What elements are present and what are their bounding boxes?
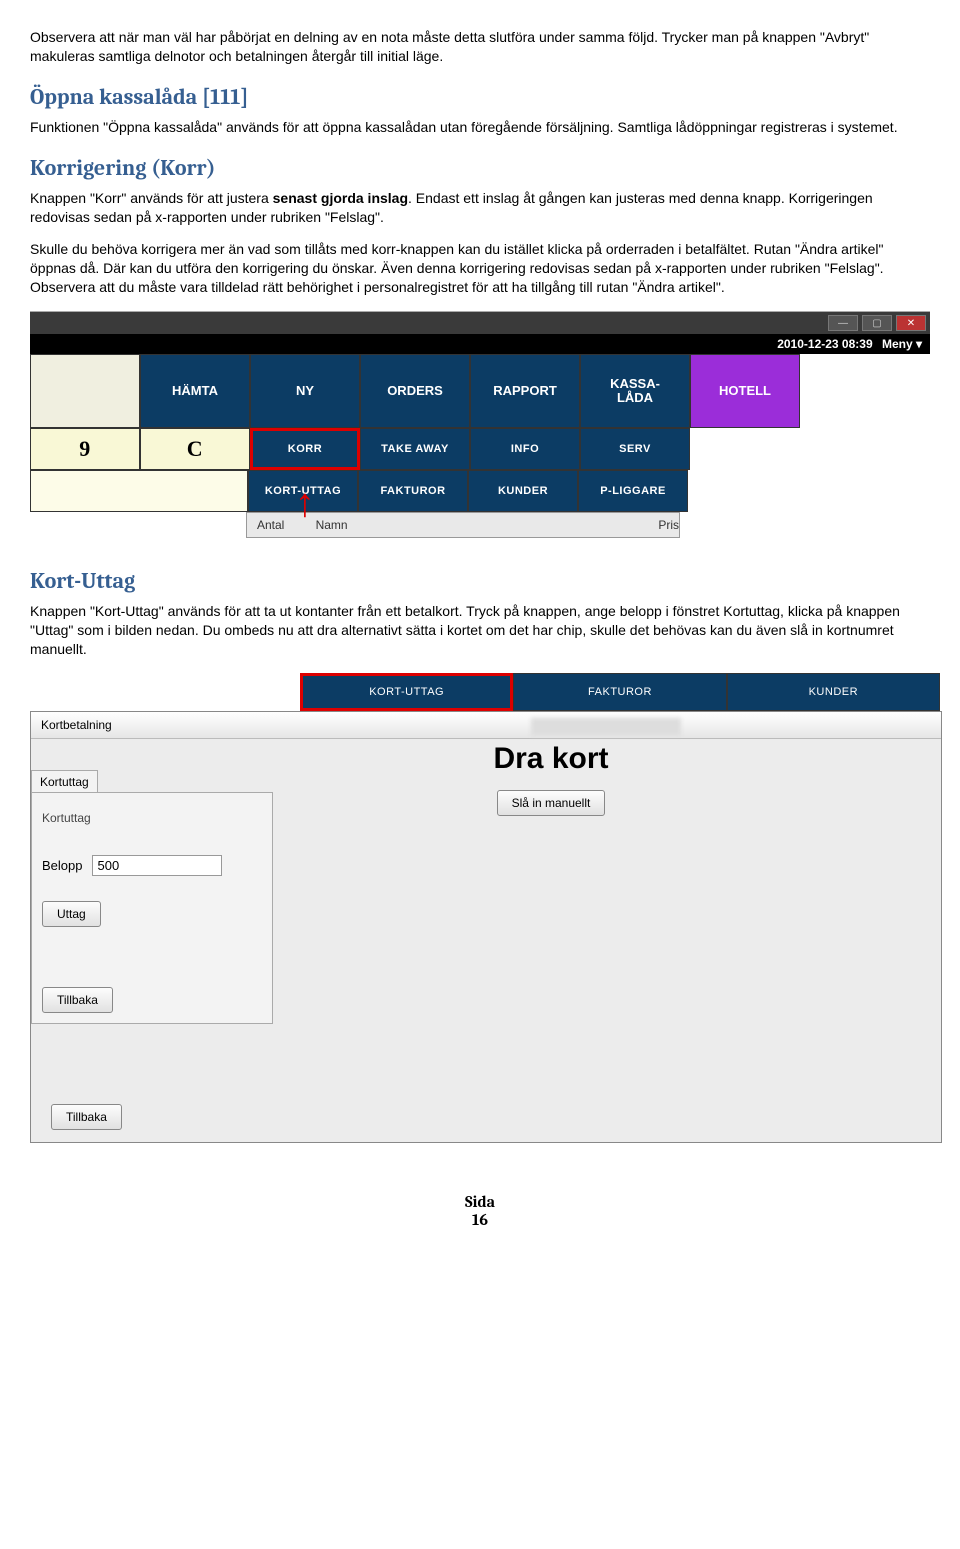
highlight-arrow-icon: ↑: [295, 495, 316, 511]
window-maximize-button[interactable]: ▢: [862, 315, 892, 331]
nav-rapport[interactable]: RAPPORT: [470, 354, 580, 428]
para-oppna-kassalada: Funktionen "Öppna kassalåda" används för…: [30, 118, 930, 137]
window-title: Kortbetalning: [31, 712, 941, 739]
intro-paragraph: Observera att när man väl har påbörjat e…: [30, 28, 930, 66]
col-namn: Namn: [306, 518, 581, 532]
info-button[interactable]: INFO: [470, 428, 580, 470]
menu-dropdown[interactable]: Meny ▾: [882, 337, 922, 351]
takeaway-button[interactable]: TAKE AWAY: [360, 428, 470, 470]
para-korrigering-2: Skulle du behöva korrigera mer än vad so…: [30, 240, 930, 297]
footer-label: Sida: [30, 1193, 930, 1211]
nav-hotell[interactable]: HOTELL: [690, 354, 800, 428]
text-bold: senast gjorda inslag: [273, 190, 408, 206]
korr-button[interactable]: KORR ↑: [250, 428, 360, 470]
tillbaka-button-main[interactable]: Tillbaka: [51, 1104, 122, 1130]
keypad-9[interactable]: 9: [30, 428, 140, 470]
kunder-button[interactable]: KUNDER: [468, 470, 578, 512]
serv-button[interactable]: SERV: [580, 428, 690, 470]
belopp-input[interactable]: [92, 855, 222, 876]
toolbar-kort-uttag[interactable]: KORT-UTTAG: [300, 673, 513, 711]
sub-nav-row-1: 9 C KORR ↑ TAKE AWAY INFO SERV: [30, 428, 930, 470]
main-nav-row: HÄMTA NY ORDERS RAPPORT KASSA- LÅDA HOTE…: [30, 354, 930, 428]
kortbetalning-window: Kortbetalning Kortuttag Kortuttag Belopp…: [30, 711, 942, 1143]
screenshot-kortuttag: KORT-UTTAG FAKTUROR KUNDER Kortbetalning…: [30, 673, 930, 1143]
col-pris: Pris: [581, 518, 679, 532]
uttag-button[interactable]: Uttag: [42, 901, 101, 927]
kortuttag-panel: Kortuttag Belopp Uttag Tillbaka: [31, 792, 273, 1024]
pliggare-button[interactable]: P-LIGGARE: [578, 470, 688, 512]
sla-in-manuellt-button[interactable]: Slå in manuellt: [497, 790, 606, 816]
nav-orders[interactable]: ORDERS: [360, 354, 470, 428]
nav-blank-1[interactable]: [30, 354, 140, 428]
fakturor-button[interactable]: FAKTUROR: [358, 470, 468, 512]
toolbar-kunder[interactable]: KUNDER: [727, 673, 940, 711]
belopp-row: Belopp: [42, 855, 262, 876]
toolbar-fakturor[interactable]: FAKTUROR: [513, 673, 726, 711]
window-titlebar: — ▢ ✕: [30, 312, 930, 334]
window-close-button[interactable]: ✕: [896, 315, 926, 331]
nav-kassalada[interactable]: KASSA- LÅDA: [580, 354, 690, 428]
nav-ny[interactable]: NY: [250, 354, 360, 428]
footer-page-number: 16: [30, 1211, 930, 1229]
window-minimize-button[interactable]: —: [828, 315, 858, 331]
blank-left: [30, 470, 248, 512]
para-korrigering-1: Knappen "Korr" används för att justera s…: [30, 189, 930, 227]
belopp-label: Belopp: [42, 858, 82, 873]
panel-inner-title: Kortuttag: [42, 811, 262, 825]
blurred-region: [531, 718, 681, 736]
keypad-c[interactable]: C: [140, 428, 250, 470]
toolbar-row: KORT-UTTAG FAKTUROR KUNDER: [300, 673, 940, 711]
heading-oppna-kassalada: Öppna kassalåda [111]: [30, 84, 930, 110]
heading-kort-uttag: Kort-Uttag: [30, 568, 930, 594]
tillbaka-button-panel[interactable]: Tillbaka: [42, 987, 113, 1013]
korr-label: KORR: [288, 443, 322, 455]
kortuttag-tab: Kortuttag: [31, 770, 98, 793]
nav-hamta[interactable]: HÄMTA: [140, 354, 250, 428]
dra-kort-label: Dra kort: [351, 742, 751, 776]
heading-korrigering: Korrigering (Korr): [30, 155, 930, 181]
sub-nav-row-2: KORT-UTTAG FAKTUROR KUNDER P-LIGGARE: [30, 470, 930, 512]
para-kort-uttag: Knappen "Kort-Uttag" används för att ta …: [30, 602, 930, 659]
app-menubar: 2010-12-23 08:39 Meny ▾: [30, 334, 930, 354]
page-footer: Sida 16: [30, 1193, 930, 1229]
screenshot-korr: — ▢ ✕ 2010-12-23 08:39 Meny ▾ HÄMTA NY O…: [30, 311, 930, 538]
clock-label: 2010-12-23 08:39: [777, 337, 872, 351]
text-span: Knappen "Korr" används för att justera: [30, 190, 273, 206]
dra-kort-block: Dra kort Slå in manuellt: [351, 742, 751, 816]
